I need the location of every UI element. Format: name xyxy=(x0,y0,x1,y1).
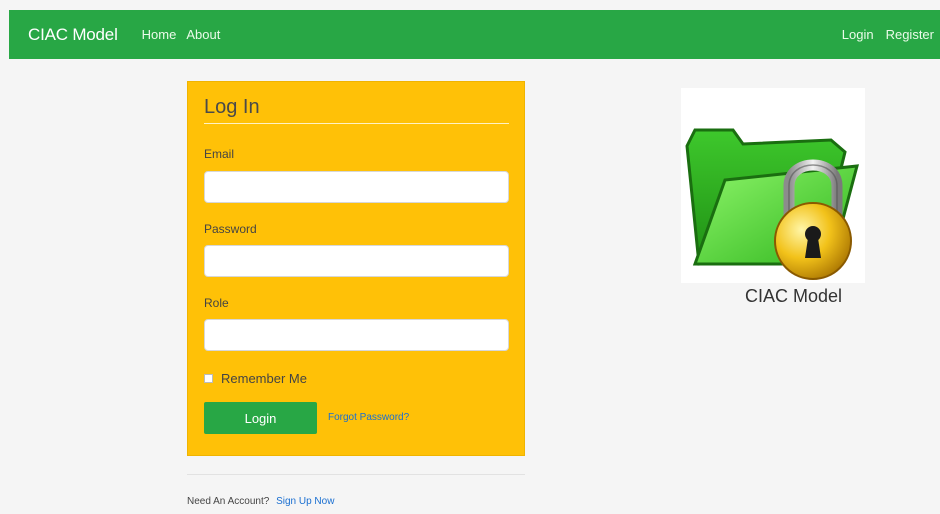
forgot-password-link[interactable]: Forgot Password? xyxy=(328,412,409,423)
login-card: Log In Email Password Role Remember Me L… xyxy=(187,81,525,456)
email-label: Email xyxy=(204,147,235,161)
divider xyxy=(187,474,525,475)
login-title: Log In xyxy=(204,96,509,124)
nav-login-link[interactable]: Login xyxy=(842,27,874,42)
role-input[interactable] xyxy=(204,319,509,351)
nav-register-link[interactable]: Register xyxy=(886,27,934,42)
email-input[interactable] xyxy=(204,171,509,203)
brand-link[interactable]: CIAC Model xyxy=(28,25,118,45)
remember-me[interactable]: Remember Me xyxy=(204,371,307,386)
password-input[interactable] xyxy=(204,245,509,277)
folder-lock-icon xyxy=(681,88,865,283)
nav-home-link[interactable]: Home xyxy=(142,27,177,42)
logo-caption: CIAC Model xyxy=(745,286,843,306)
role-label: Role xyxy=(204,296,229,310)
password-label: Password xyxy=(204,222,257,236)
signup-prompt: Need An Account? xyxy=(187,496,270,507)
nav-right: Login Register xyxy=(830,27,940,42)
nav-about-link[interactable]: About xyxy=(186,27,220,42)
signup-row: Need An Account? Sign Up Now xyxy=(187,496,334,507)
navbar: CIAC Model Home About Login Register xyxy=(9,10,940,59)
signup-link[interactable]: Sign Up Now xyxy=(276,496,334,507)
remember-me-label: Remember Me xyxy=(221,371,307,386)
login-button[interactable]: Login xyxy=(204,402,317,434)
remember-me-checkbox[interactable] xyxy=(204,374,213,383)
